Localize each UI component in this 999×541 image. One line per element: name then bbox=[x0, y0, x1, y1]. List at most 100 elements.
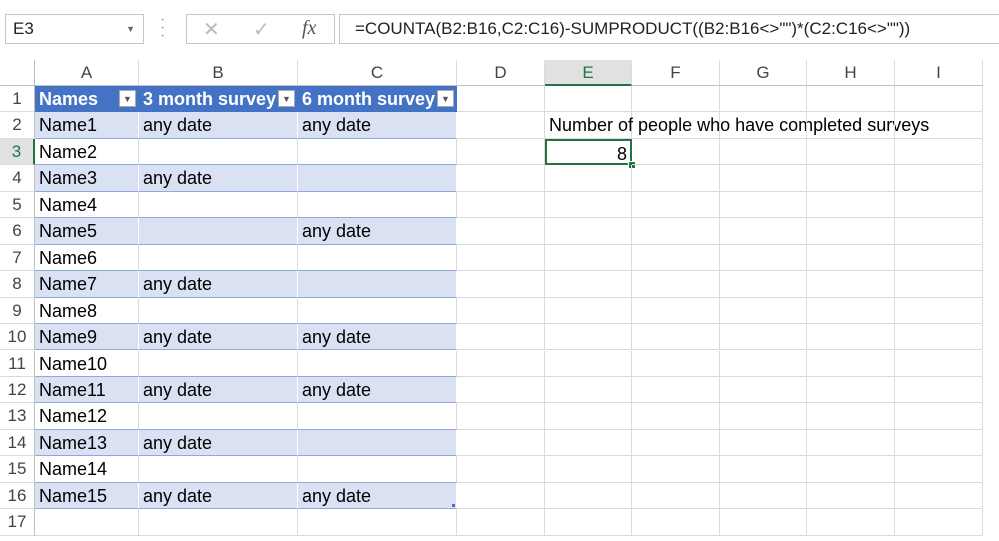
table-cell[interactable] bbox=[139, 350, 298, 377]
table-cell[interactable]: any date bbox=[298, 218, 457, 245]
empty-cell[interactable] bbox=[632, 509, 720, 536]
empty-cell[interactable] bbox=[807, 271, 895, 298]
empty-cell[interactable] bbox=[807, 324, 895, 351]
empty-cell[interactable] bbox=[807, 376, 895, 404]
check-icon[interactable]: ✓ bbox=[253, 17, 270, 42]
empty-cell[interactable] bbox=[807, 191, 895, 219]
empty-cell[interactable] bbox=[807, 138, 895, 166]
empty-cell[interactable] bbox=[545, 456, 632, 483]
table-cell[interactable]: Name7 bbox=[35, 271, 139, 298]
empty-cell[interactable] bbox=[807, 86, 895, 113]
empty-cell[interactable] bbox=[632, 218, 720, 245]
empty-cell[interactable] bbox=[807, 456, 895, 483]
empty-cell[interactable] bbox=[720, 191, 807, 219]
empty-cell[interactable] bbox=[545, 218, 632, 245]
empty-cell[interactable] bbox=[545, 482, 632, 510]
row-header-11[interactable]: 11 bbox=[0, 350, 35, 377]
table-cell[interactable]: any date bbox=[298, 112, 457, 139]
table-cell[interactable] bbox=[298, 403, 457, 430]
empty-cell[interactable] bbox=[457, 244, 545, 272]
empty-cell[interactable] bbox=[298, 509, 457, 536]
row-header-13[interactable]: 13 bbox=[0, 403, 35, 430]
empty-cell[interactable] bbox=[720, 244, 807, 272]
empty-cell[interactable] bbox=[720, 112, 807, 139]
column-header-c[interactable]: C bbox=[298, 60, 457, 86]
table-cell[interactable] bbox=[139, 244, 298, 272]
empty-cell[interactable] bbox=[545, 376, 632, 404]
table-cell[interactable]: Name10 bbox=[35, 350, 139, 377]
table-cell[interactable]: Name5 bbox=[35, 218, 139, 245]
select-all-corner[interactable] bbox=[0, 60, 35, 86]
empty-cell[interactable] bbox=[457, 165, 545, 192]
table-cell[interactable] bbox=[298, 456, 457, 483]
empty-cell[interactable] bbox=[457, 86, 545, 113]
empty-cell[interactable] bbox=[895, 376, 983, 404]
table-cell[interactable]: any date bbox=[139, 482, 298, 510]
label-cell[interactable]: Number of people who have completed surv… bbox=[545, 112, 929, 139]
empty-cell[interactable] bbox=[807, 429, 895, 457]
table-cell[interactable] bbox=[139, 138, 298, 166]
column-header-h[interactable]: H bbox=[807, 60, 895, 86]
empty-cell[interactable] bbox=[457, 271, 545, 298]
empty-cell[interactable] bbox=[139, 509, 298, 536]
name-box[interactable]: E3 ▼ bbox=[5, 14, 144, 44]
empty-cell[interactable] bbox=[545, 191, 632, 219]
empty-cell[interactable] bbox=[457, 429, 545, 457]
empty-cell[interactable] bbox=[895, 403, 983, 430]
table-cell[interactable] bbox=[298, 350, 457, 377]
empty-cell[interactable] bbox=[895, 324, 983, 351]
empty-cell[interactable] bbox=[895, 350, 983, 377]
empty-cell[interactable] bbox=[807, 112, 895, 139]
empty-cell[interactable] bbox=[632, 403, 720, 430]
empty-cell[interactable] bbox=[457, 482, 545, 510]
empty-cell[interactable] bbox=[457, 376, 545, 404]
empty-cell[interactable] bbox=[807, 403, 895, 430]
empty-cell[interactable] bbox=[545, 429, 632, 457]
empty-cell[interactable] bbox=[720, 138, 807, 166]
empty-cell[interactable] bbox=[895, 112, 983, 139]
empty-cell[interactable] bbox=[545, 271, 632, 298]
row-header-6[interactable]: 6 bbox=[0, 218, 35, 245]
empty-cell[interactable] bbox=[545, 86, 632, 113]
empty-cell[interactable] bbox=[457, 218, 545, 245]
row-header-12[interactable]: 12 bbox=[0, 376, 35, 404]
empty-cell[interactable] bbox=[545, 244, 632, 272]
table-cell[interactable]: Name9 bbox=[35, 324, 139, 351]
table-resize-handle[interactable] bbox=[452, 504, 455, 508]
empty-cell[interactable] bbox=[545, 165, 632, 192]
empty-cell[interactable] bbox=[807, 218, 895, 245]
table-cell[interactable]: any date bbox=[298, 482, 457, 510]
empty-cell[interactable] bbox=[895, 218, 983, 245]
row-header-14[interactable]: 14 bbox=[0, 429, 35, 457]
empty-cell[interactable] bbox=[895, 138, 983, 166]
table-cell[interactable] bbox=[139, 403, 298, 430]
row-header-1[interactable]: 1 bbox=[0, 86, 35, 113]
empty-cell[interactable] bbox=[632, 429, 720, 457]
table-cell[interactable]: Name2 bbox=[35, 138, 139, 166]
result-cell[interactable]: 8 bbox=[545, 138, 632, 166]
empty-cell[interactable] bbox=[632, 271, 720, 298]
table-cell[interactable]: Name4 bbox=[35, 191, 139, 219]
table-cell[interactable] bbox=[298, 191, 457, 219]
empty-cell[interactable] bbox=[632, 456, 720, 483]
empty-cell[interactable] bbox=[632, 482, 720, 510]
empty-cell[interactable] bbox=[807, 482, 895, 510]
empty-cell[interactable] bbox=[545, 403, 632, 430]
empty-cell[interactable] bbox=[632, 86, 720, 113]
table-cell[interactable]: Name13 bbox=[35, 429, 139, 457]
table-cell[interactable] bbox=[298, 138, 457, 166]
table-cell[interactable]: Name1 bbox=[35, 112, 139, 139]
row-header-15[interactable]: 15 bbox=[0, 456, 35, 483]
table-cell[interactable]: Name11 bbox=[35, 376, 139, 404]
empty-cell[interactable] bbox=[457, 297, 545, 325]
table-cell[interactable] bbox=[298, 244, 457, 272]
empty-cell[interactable] bbox=[457, 191, 545, 219]
empty-cell[interactable] bbox=[895, 86, 983, 113]
empty-cell[interactable] bbox=[720, 86, 807, 113]
table-cell[interactable] bbox=[139, 456, 298, 483]
row-header-2[interactable]: 2 bbox=[0, 112, 35, 139]
empty-cell[interactable] bbox=[720, 271, 807, 298]
empty-cell[interactable] bbox=[895, 509, 983, 536]
empty-cell[interactable] bbox=[807, 350, 895, 377]
column-header-i[interactable]: I bbox=[895, 60, 983, 86]
